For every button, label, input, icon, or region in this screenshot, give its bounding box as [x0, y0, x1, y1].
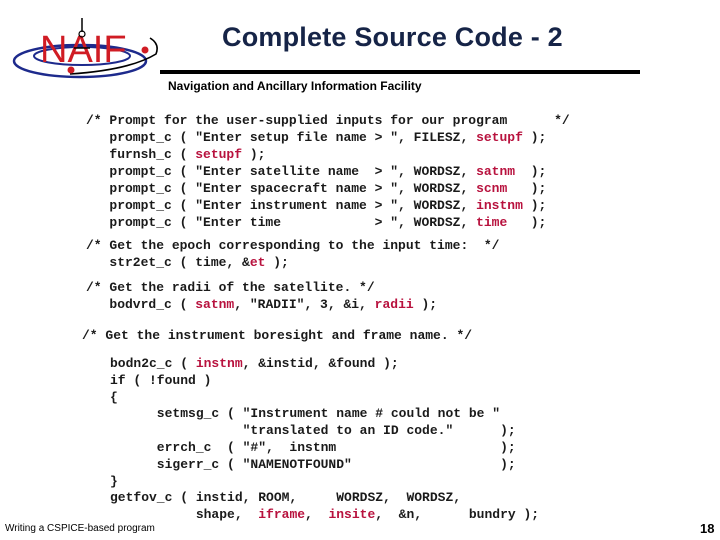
code-line: furnsh_c ( setupf );: [86, 146, 570, 163]
code-text: setmsg_c ( "Instrument name # could not …: [110, 406, 501, 422]
code-text: /* Prompt for the user-supplied inputs f…: [86, 113, 570, 128]
code-line: bodvrd_c ( satnm, "RADII", 3, &i, radii …: [86, 296, 437, 313]
code-text: bodvrd_c (: [86, 297, 196, 312]
code-text: );: [242, 147, 266, 162]
code-text: prompt_c ( "Enter setup file name > ", F…: [86, 130, 477, 145]
code-text: getfov_c ( instid, ROOM, WORDSZ, WORDSZ,: [110, 490, 462, 506]
code-line: {: [110, 389, 539, 406]
title-divider: [160, 70, 640, 74]
code-variable: instnm: [195, 356, 243, 371]
code-variable: satnm: [476, 164, 516, 179]
logo-text: NAIF: [40, 29, 127, 71]
code-variable: setupf: [195, 147, 243, 162]
page-number: 18: [700, 521, 715, 536]
code-text: if ( !found ): [110, 372, 212, 388]
code-line: prompt_c ( "Enter instrument name > ", W…: [86, 197, 570, 214]
code-line: prompt_c ( "Enter setup file name > ", F…: [86, 129, 570, 146]
code-line: getfov_c ( instid, ROOM, WORDSZ, WORDSZ,: [110, 489, 539, 506]
code-text: prompt_c ( "Enter satellite name > ", WO…: [86, 164, 477, 179]
code-line: bodn2c_c ( instnm, &instid, &found );: [110, 355, 539, 372]
code-line: "translated to an ID code." );: [110, 422, 539, 439]
code-text: sigerr_c ( "NAMENOTFOUND" );: [110, 456, 516, 472]
code-text: ,: [305, 507, 329, 523]
code-text: );: [522, 130, 547, 145]
logo-dot-1: [67, 66, 75, 74]
code-line: /* Get the radii of the satellite. */: [86, 279, 437, 296]
code-line: shape, iframe, insite, &n, bundry );: [110, 506, 539, 523]
code-text: }: [110, 473, 118, 489]
code-line: /* Prompt for the user-supplied inputs f…: [86, 112, 570, 129]
code-text: errch_c ( "#", instnm );: [110, 439, 516, 455]
code-text: str2et_c ( time, &: [86, 255, 250, 270]
code-text: );: [522, 198, 547, 213]
code-line: }: [110, 473, 539, 490]
code-variable: scnm: [476, 181, 508, 196]
code-line: sigerr_c ( "NAMENOTFOUND" );: [110, 456, 539, 473]
code-line: str2et_c ( time, &et );: [86, 254, 499, 271]
code-variable: satnm: [195, 297, 235, 312]
code-variable: insite: [328, 507, 376, 523]
code-variable: iframe: [258, 507, 306, 523]
code-text: {: [110, 389, 118, 405]
code-line: errch_c ( "#", instnm );: [110, 439, 539, 456]
code-line: setmsg_c ( "Instrument name # could not …: [110, 405, 539, 422]
code-text: /* Get the epoch corresponding to the in…: [86, 238, 500, 253]
code-variable: radii: [374, 297, 414, 312]
code-variable: et: [249, 255, 266, 270]
code-text: "translated to an ID code." );: [110, 423, 516, 439]
prompt-code-block: /* Prompt for the user-supplied inputs f…: [86, 112, 570, 231]
code-text: prompt_c ( "Enter instrument name > ", W…: [86, 198, 477, 213]
code-text: shape,: [110, 507, 259, 523]
code-line: prompt_c ( "Enter time > ", WORDSZ, time…: [86, 214, 570, 231]
code-text: , &n, bundry );: [375, 507, 540, 523]
code-text: );: [507, 215, 547, 230]
naif-logo: NAIF: [12, 18, 158, 79]
code-variable: setupf: [476, 130, 523, 145]
fov-code-block: bodn2c_c ( instnm, &instid, &found ); if …: [110, 355, 539, 523]
code-line: /* Get the instrument boresight and fram…: [82, 327, 472, 344]
code-line: prompt_c ( "Enter spacecraft name > ", W…: [86, 180, 570, 197]
code-line: /* Get the epoch corresponding to the in…: [86, 237, 499, 254]
code-text: , &instid, &found );: [242, 356, 399, 371]
code-variable: time: [476, 215, 508, 230]
footer-label: Writing a CSPICE-based program: [5, 523, 155, 534]
code-text: /* Get the instrument boresight and fram…: [82, 328, 473, 343]
page-title: Complete Source Code - 2: [222, 22, 563, 52]
code-text: /* Get the radii of the satellite. */: [86, 280, 375, 295]
radii-code-block: /* Get the radii of the satellite. */ bo…: [86, 279, 437, 313]
code-text: );: [265, 255, 289, 270]
code-text: );: [515, 164, 547, 179]
code-text: );: [413, 297, 438, 312]
epoch-code-block: /* Get the epoch corresponding to the in…: [86, 237, 499, 271]
code-line: if ( !found ): [110, 372, 539, 389]
code-variable: instnm: [476, 198, 523, 213]
logo-dot-2: [141, 46, 149, 54]
code-line: prompt_c ( "Enter satellite name > ", WO…: [86, 163, 570, 180]
code-text: prompt_c ( "Enter time > ", WORDSZ,: [86, 215, 477, 230]
code-text: furnsh_c (: [86, 147, 196, 162]
code-text: , "RADII", 3, &i,: [234, 297, 375, 312]
code-text: bodn2c_c (: [110, 356, 196, 371]
code-text: );: [507, 181, 547, 196]
code-text: prompt_c ( "Enter spacecraft name > ", W…: [86, 181, 477, 196]
page-subtitle: Navigation and Ancillary Information Fac…: [168, 79, 422, 93]
boresight-comment: /* Get the instrument boresight and fram…: [82, 327, 472, 344]
